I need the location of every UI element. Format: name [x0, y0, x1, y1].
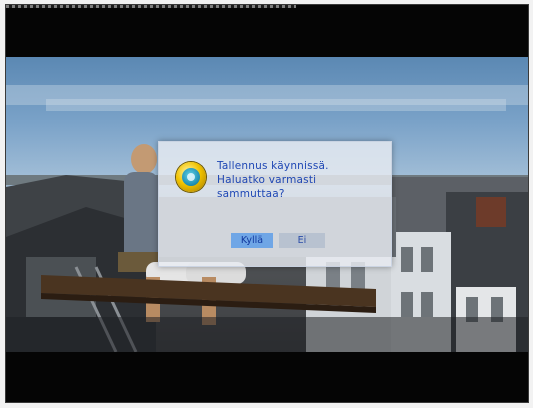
confirm-dialog: Tallennus käynnissä. Haluatko varmasti s…	[158, 141, 392, 267]
tv-screen: Tallennus käynnissä. Haluatko varmasti s…	[6, 5, 528, 402]
dialog-message-line-2: Haluatko varmasti	[217, 174, 317, 186]
yes-button[interactable]: Kyllä	[231, 233, 273, 248]
no-button[interactable]: Ei	[279, 233, 325, 248]
dialog-message-line-1: Tallennus käynnissä.	[217, 160, 329, 172]
dialog-message: Tallennus käynnissä. Haluatko varmasti s…	[217, 159, 382, 201]
dialog-message-line-3: sammuttaa?	[217, 188, 285, 200]
warning-icon	[176, 162, 206, 192]
screen-top-edge	[6, 5, 296, 8]
